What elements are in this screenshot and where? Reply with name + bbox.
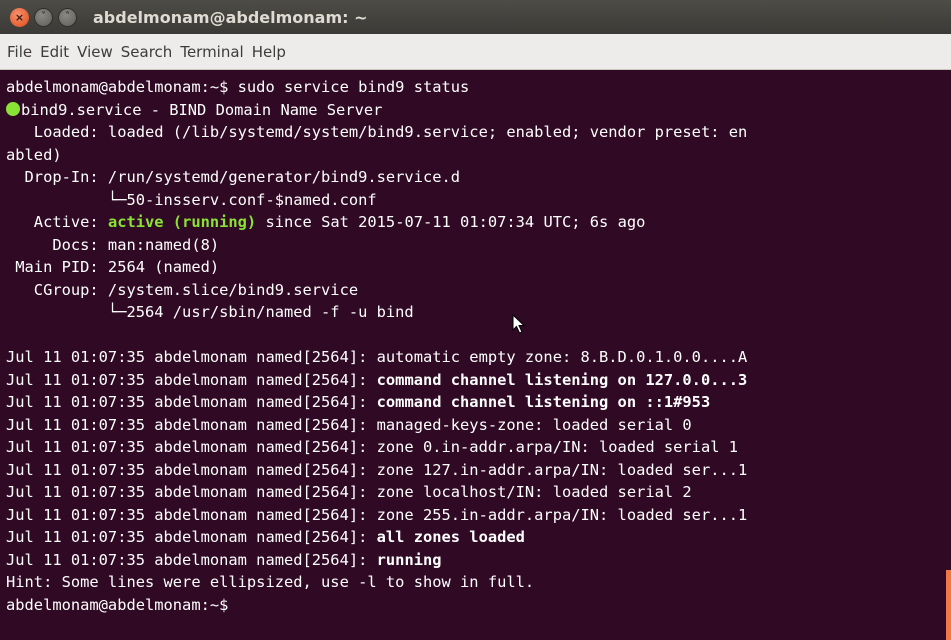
terminal-text: active (running) (107, 213, 257, 231)
terminal-text: abled) (6, 145, 62, 164)
status-dot-icon (6, 101, 20, 116)
terminal-line: Jul 11 01:07:35 abdelmonam named[2564]: … (6, 346, 747, 369)
terminal-line: Jul 11 01:07:35 abdelmonam named[2564]: … (6, 414, 747, 437)
terminal-text: CGroup: /system.slice/bind9.service (6, 280, 359, 299)
terminal-line: Main PID: 2564 (named) (6, 256, 747, 279)
terminal-line: Jul 11 01:07:35 abdelmonam named[2564]: … (6, 481, 747, 504)
terminal-text: abdelmonam@abdelmonam:~$ (6, 595, 229, 614)
terminal-text: Jul 11 01:07:35 abdelmonam named[2564]: … (6, 415, 692, 434)
terminal-text: Jul 11 01:07:35 abdelmonam named[2564]: … (6, 438, 739, 456)
menu-terminal[interactable]: Terminal (177, 43, 246, 61)
scrollbar-thumb[interactable] (946, 570, 951, 640)
terminal-text: Docs: man:named(8) (6, 235, 220, 254)
terminal-text: └─2564 /usr/sbin/named -f -u bind (6, 303, 414, 321)
terminal-text: Loaded: loaded (/lib/systemd/system/bind… (6, 123, 748, 141)
terminal-line: abled) (6, 144, 747, 167)
terminal-line: Jul 11 01:07:35 abdelmonam named[2564]: … (6, 391, 747, 414)
terminal-text: Jul 11 01:07:35 abdelmonam named[2564]: … (6, 348, 748, 366)
terminal-line: Jul 11 01:07:35 abdelmonam named[2564]: … (6, 526, 747, 549)
terminal-line: Jul 11 01:07:35 abdelmonam named[2564]: … (6, 504, 747, 527)
terminal-text: since Sat 2015-07-11 01:07:34 UTC; 6s ag… (256, 213, 646, 231)
terminal-line: bind9.service - BIND Domain Name Server (6, 99, 747, 122)
terminal-text: Jul 11 01:07:35 abdelmonam named[2564]: (6, 528, 377, 546)
terminal-line: Drop-In: /run/systemd/generator/bind9.se… (6, 166, 747, 189)
menu-view[interactable]: View (74, 43, 116, 61)
terminal-line: Docs: man:named(8) (6, 234, 747, 257)
menu-help[interactable]: Help (249, 43, 289, 61)
terminal-line: Jul 11 01:07:35 abdelmonam named[2564]: … (6, 369, 747, 392)
mouse-pointer-icon (512, 314, 526, 334)
terminal-text: └─50-insserv.conf-$named.conf (6, 190, 377, 209)
terminal-line: abdelmonam@abdelmonam:~$ sudo service bi… (6, 76, 747, 99)
menu-bar: File Edit View Search Terminal Help (0, 34, 951, 70)
terminal-text: Jul 11 01:07:35 abdelmonam named[2564]: … (6, 460, 748, 479)
terminal-line: abdelmonam@abdelmonam:~$ (6, 594, 747, 617)
maximize-button[interactable]: ˄ (58, 7, 77, 27)
menu-edit[interactable]: Edit (37, 43, 72, 61)
terminal-line: Loaded: loaded (/lib/systemd/system/bind… (6, 121, 747, 144)
terminal-line: Jul 11 01:07:35 abdelmonam named[2564]: … (6, 436, 747, 459)
terminal-text: command channel listening on 127.0.0...3 (376, 370, 748, 389)
terminal-text: Drop-In: /run/systemd/generator/bind9.se… (6, 168, 461, 186)
terminal-text: Jul 11 01:07:35 abdelmonam named[2564]: (6, 393, 377, 411)
terminal-text: Jul 11 01:07:35 abdelmonam named[2564]: (6, 550, 377, 569)
menu-search[interactable]: Search (118, 43, 176, 61)
terminal-text: running (376, 550, 442, 569)
terminal-line: └─50-insserv.conf-$named.conf (6, 189, 747, 212)
terminal-output[interactable]: abdelmonam@abdelmonam:~$ sudo service bi… (0, 70, 951, 640)
terminal-text: Jul 11 01:07:35 abdelmonam named[2564]: (6, 370, 377, 389)
terminal-text: command channel listening on ::1#953 (376, 393, 711, 411)
terminal-line: Hint: Some lines were ellipsized, use -l… (6, 571, 747, 594)
terminal-text: all zones loaded (376, 528, 525, 546)
terminal-lines: abdelmonam@abdelmonam:~$ sudo service bi… (6, 76, 747, 616)
terminal-line: Active: active (running) since Sat 2015-… (6, 211, 747, 234)
terminal-text: Jul 11 01:07:35 abdelmonam named[2564]: … (6, 505, 748, 524)
close-button[interactable]: × (10, 7, 29, 27)
terminal-text: Jul 11 01:07:35 abdelmonam named[2564]: … (6, 483, 692, 501)
terminal-text: Active: (6, 213, 108, 231)
terminal-text: Hint: Some lines were ellipsized, use -l… (6, 573, 535, 591)
terminal-line: └─2564 /usr/sbin/named -f -u bind (6, 301, 747, 324)
terminal-line: CGroup: /system.slice/bind9.service (6, 279, 747, 302)
minimize-button[interactable]: ˅ (34, 7, 53, 27)
title-bar[interactable]: × ˅ ˄ abdelmonam@abdelmonam: ~ (0, 0, 951, 34)
terminal-line: Jul 11 01:07:35 abdelmonam named[2564]: … (6, 459, 747, 482)
terminal-text: abdelmonam@abdelmonam:~$ sudo service bi… (6, 78, 470, 96)
close-icon: × (14, 10, 25, 24)
terminal-text: Main PID: 2564 (named) (6, 258, 220, 276)
maximize-icon: ˄ (65, 11, 70, 22)
menu-file[interactable]: File (4, 43, 35, 61)
minimize-icon: ˅ (41, 11, 46, 22)
window-title: abdelmonam@abdelmonam: ~ (93, 7, 368, 27)
terminal-text: bind9.service - BIND Domain Name Server (21, 100, 383, 119)
terminal-window: × ˅ ˄ abdelmonam@abdelmonam: ~ File Edit… (0, 0, 951, 640)
terminal-line: Jul 11 01:07:35 abdelmonam named[2564]: … (6, 549, 747, 572)
